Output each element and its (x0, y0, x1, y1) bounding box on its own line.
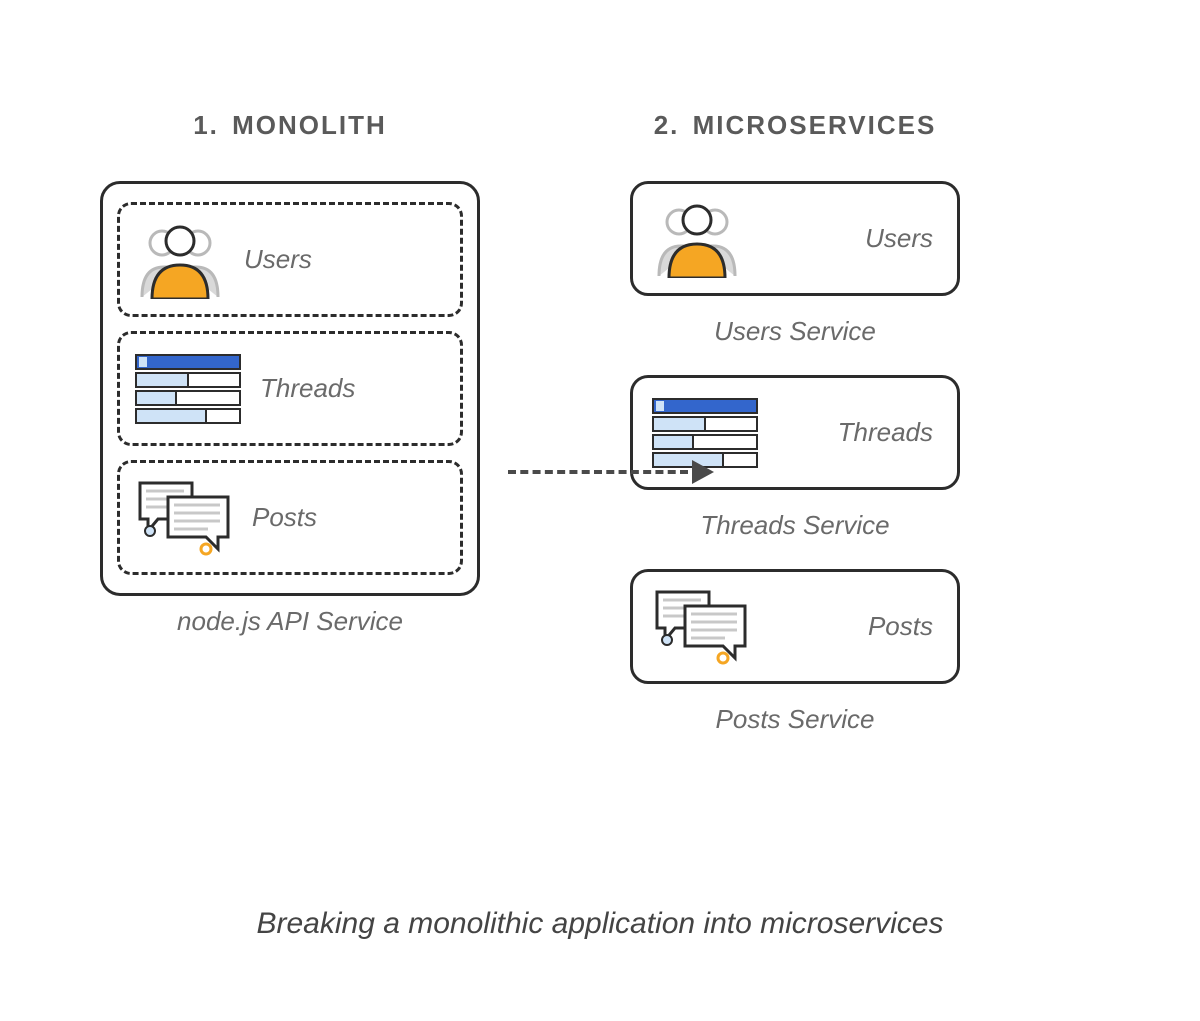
threads-icon (651, 397, 759, 469)
monolith-container: Users (100, 181, 480, 596)
microservices-column: 2. MICROSERVICES (630, 110, 960, 735)
arrow-line-icon (508, 470, 688, 474)
arrow-head-icon (692, 460, 714, 484)
monolith-heading: 1. MONOLITH (193, 110, 387, 141)
users-service-caption: Users Service (714, 316, 876, 347)
posts-service-group: Posts Posts Service (630, 569, 960, 735)
monolith-posts-label: Posts (252, 502, 317, 533)
monolith-posts-card: Posts (117, 460, 463, 575)
threads-icon (134, 353, 242, 425)
posts-service-label: Posts (868, 611, 933, 642)
users-icon (134, 221, 226, 299)
microservices-heading: 2. MICROSERVICES (654, 110, 937, 141)
threads-service-label: Threads (838, 417, 933, 448)
posts-service-caption: Posts Service (716, 704, 875, 735)
figure-caption: Breaking a monolithic application into m… (0, 907, 1200, 941)
posts-service-card: Posts (630, 569, 960, 684)
threads-service-group: Threads Threads Service (630, 375, 960, 541)
monolith-threads-label: Threads (260, 373, 355, 404)
threads-service-caption: Threads Service (700, 510, 889, 541)
microservices-heading-num: 2. (654, 110, 680, 140)
monolith-heading-num: 1. (193, 110, 219, 140)
users-service-card: Users (630, 181, 960, 296)
users-service-label: Users (865, 223, 933, 254)
microservices-heading-text: MICROSERVICES (693, 110, 937, 140)
posts-icon (651, 586, 751, 668)
monolith-caption: node.js API Service (177, 606, 403, 637)
transition-arrow (508, 460, 714, 484)
monolith-users-card: Users (117, 202, 463, 317)
users-icon (651, 200, 743, 278)
monolith-threads-card: Threads (117, 331, 463, 446)
posts-icon (134, 477, 234, 559)
monolith-users-label: Users (244, 244, 312, 275)
users-service-group: Users Users Service (630, 181, 960, 347)
monolith-heading-text: MONOLITH (232, 110, 387, 140)
monolith-column: 1. MONOLITH Users (100, 110, 480, 735)
